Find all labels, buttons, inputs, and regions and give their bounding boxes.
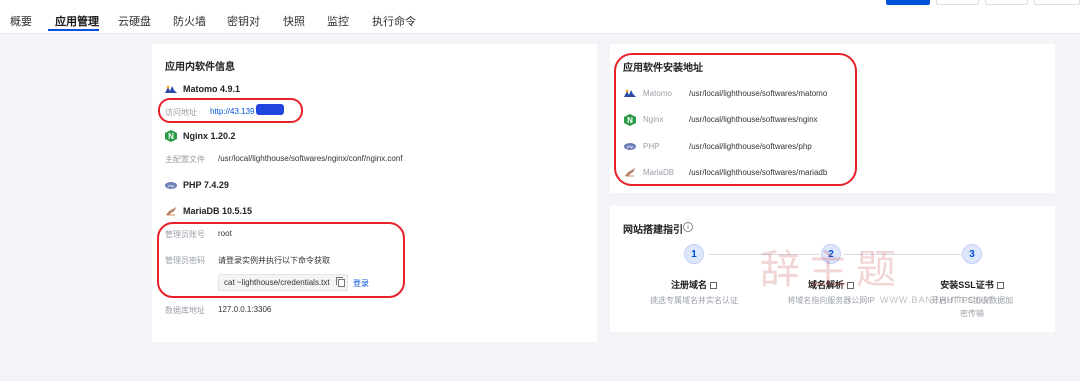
config-file-path: /usr/local/lighthouse/softwares/nginx/co… — [218, 154, 403, 163]
tab-app-management[interactable]: 应用管理 — [55, 13, 99, 29]
install-name-php: PHP — [643, 142, 660, 151]
tab-execute-command[interactable]: 执行命令 — [372, 13, 416, 29]
external-link-icon — [996, 282, 1004, 289]
nginx-name: Nginx 1.20.2 — [183, 131, 236, 141]
matomo-name: Matomo 4.9.1 — [183, 84, 241, 94]
php-row: php PHP 7.4.29 — [165, 180, 229, 190]
mariadb-icon — [625, 168, 635, 177]
install-path-title: 应用软件安装地址 — [623, 63, 703, 74]
info-icon[interactable]: i — [683, 222, 693, 232]
tab-snapshot[interactable]: 快照 — [283, 13, 305, 29]
top-primary-button[interactable] — [886, 0, 930, 5]
step-3-title: 安装SSL证书 — [940, 280, 994, 290]
admin-account-label: 管理员账号 — [165, 230, 205, 239]
matomo-row: Matomo 4.9.1 — [165, 84, 240, 94]
php-name: PHP 7.4.29 — [183, 180, 229, 190]
install-path-matomo: /usr/local/lighthouse/softwares/matomo — [689, 89, 828, 98]
config-file-label: 主配置文件 — [165, 155, 205, 164]
matomo-icon — [624, 89, 636, 97]
install-name-mariadb: MariaDB — [643, 168, 675, 177]
tab-monitor[interactable]: 监控 — [327, 13, 349, 29]
install-path-mariadb: /usr/local/lighthouse/softwares/mariadb — [689, 168, 828, 177]
install-name-nginx: Nginx — [643, 115, 664, 124]
step-1-badge: 1 — [684, 244, 704, 264]
copy-icon[interactable] — [336, 277, 345, 287]
admin-account-value: root — [218, 229, 232, 238]
step-1-description: 挑选专属域名并实名认证 — [650, 296, 738, 305]
install-name-matomo: Matomo — [643, 89, 672, 98]
redacted-ip — [256, 104, 284, 115]
admin-password-hint: 请登录实例并执行以下命令获取 — [218, 256, 330, 265]
step-3-badge: 3 — [962, 244, 982, 264]
tab-overview[interactable]: 概要 — [10, 13, 32, 29]
watermark-logo: 辞主题 — [760, 247, 904, 293]
admin-password-label: 管理员密码 — [165, 256, 205, 265]
matomo-icon — [165, 85, 177, 93]
login-link[interactable]: 登录 — [353, 278, 369, 289]
mariadb-icon — [166, 207, 176, 216]
access-address-label: 访问地址 — [165, 108, 197, 117]
nginx-row: N Nginx 1.20.2 — [165, 130, 236, 142]
top-button[interactable] — [1034, 0, 1080, 5]
install-path-nginx: /usr/local/lighthouse/softwares/nginx — [689, 115, 818, 124]
top-button[interactable] — [985, 0, 1028, 5]
db-address-label: 数据库地址 — [165, 306, 205, 315]
step-1-title: 注册域名 — [670, 280, 707, 290]
tab-key-pair[interactable]: 密钥对 — [227, 13, 260, 29]
watermark-url: WWW.BANZHUTI.COM — [880, 295, 992, 305]
mariadb-row: MariaDB 10.5.15 — [165, 206, 252, 216]
step-3-title-link[interactable]: 安装SSL证书 — [922, 278, 1022, 291]
mariadb-name: MariaDB 10.5.15 — [183, 206, 253, 216]
db-address-value: 127.0.0.1:3306 — [218, 305, 272, 314]
credentials-command: cat ~lighthouse/credentials.txt — [218, 274, 348, 291]
tab-firewall[interactable]: 防火墙 — [173, 13, 206, 29]
php-icon: php — [165, 181, 177, 189]
nginx-icon: N — [165, 130, 177, 142]
access-address-link[interactable]: http://43.139 — [210, 107, 254, 116]
step-1-title-link[interactable]: 注册域名 — [646, 278, 742, 291]
external-link-icon — [710, 282, 717, 289]
install-path-php: /usr/local/lighthouse/softwares/php — [689, 142, 812, 151]
site-guide-title: 网站搭建指引 — [623, 225, 683, 236]
step-2-description: 将域名指向服务器公网IP — [787, 296, 875, 305]
tab-bar: 概要 应用管理 云硬盘 防火墙 密钥对 快照 监控 执行命令 — [0, 0, 1080, 34]
top-button[interactable] — [936, 0, 979, 5]
active-tab-indicator — [48, 29, 99, 31]
app-info-title: 应用内软件信息 — [165, 62, 235, 73]
tab-cloud-disk[interactable]: 云硬盘 — [118, 13, 151, 29]
php-icon: php — [624, 143, 636, 150]
